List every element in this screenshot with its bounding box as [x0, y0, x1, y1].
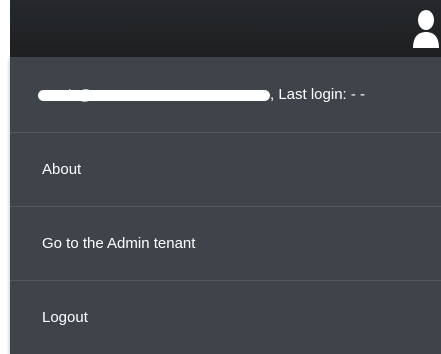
account-info-line: l@ , Last login: - - — [38, 86, 366, 104]
account-info: l@ , Last login: - - — [10, 57, 441, 133]
redaction-bar — [38, 89, 270, 101]
redacted-username: l@ — [38, 87, 270, 104]
menu-item-admin-tenant[interactable]: Go to the Admin tenant — [10, 207, 441, 281]
last-login-label: , Last login: - - — [270, 86, 366, 103]
top-bar — [10, 0, 441, 57]
menu-item-logout[interactable]: Logout — [10, 281, 441, 354]
user-menu-dropdown: l@ , Last login: - - About Go to the Adm… — [10, 57, 441, 354]
menu-item-label: Logout — [42, 309, 88, 326]
user-silhouette-icon — [413, 10, 439, 48]
menu-item-label: About — [42, 161, 82, 178]
menu-item-label: Go to the Admin tenant — [42, 235, 196, 252]
user-icon[interactable] — [411, 8, 441, 48]
page: l@ , Last login: - - About Go to the Adm… — [0, 0, 441, 354]
menu-item-about[interactable]: About — [10, 133, 441, 207]
